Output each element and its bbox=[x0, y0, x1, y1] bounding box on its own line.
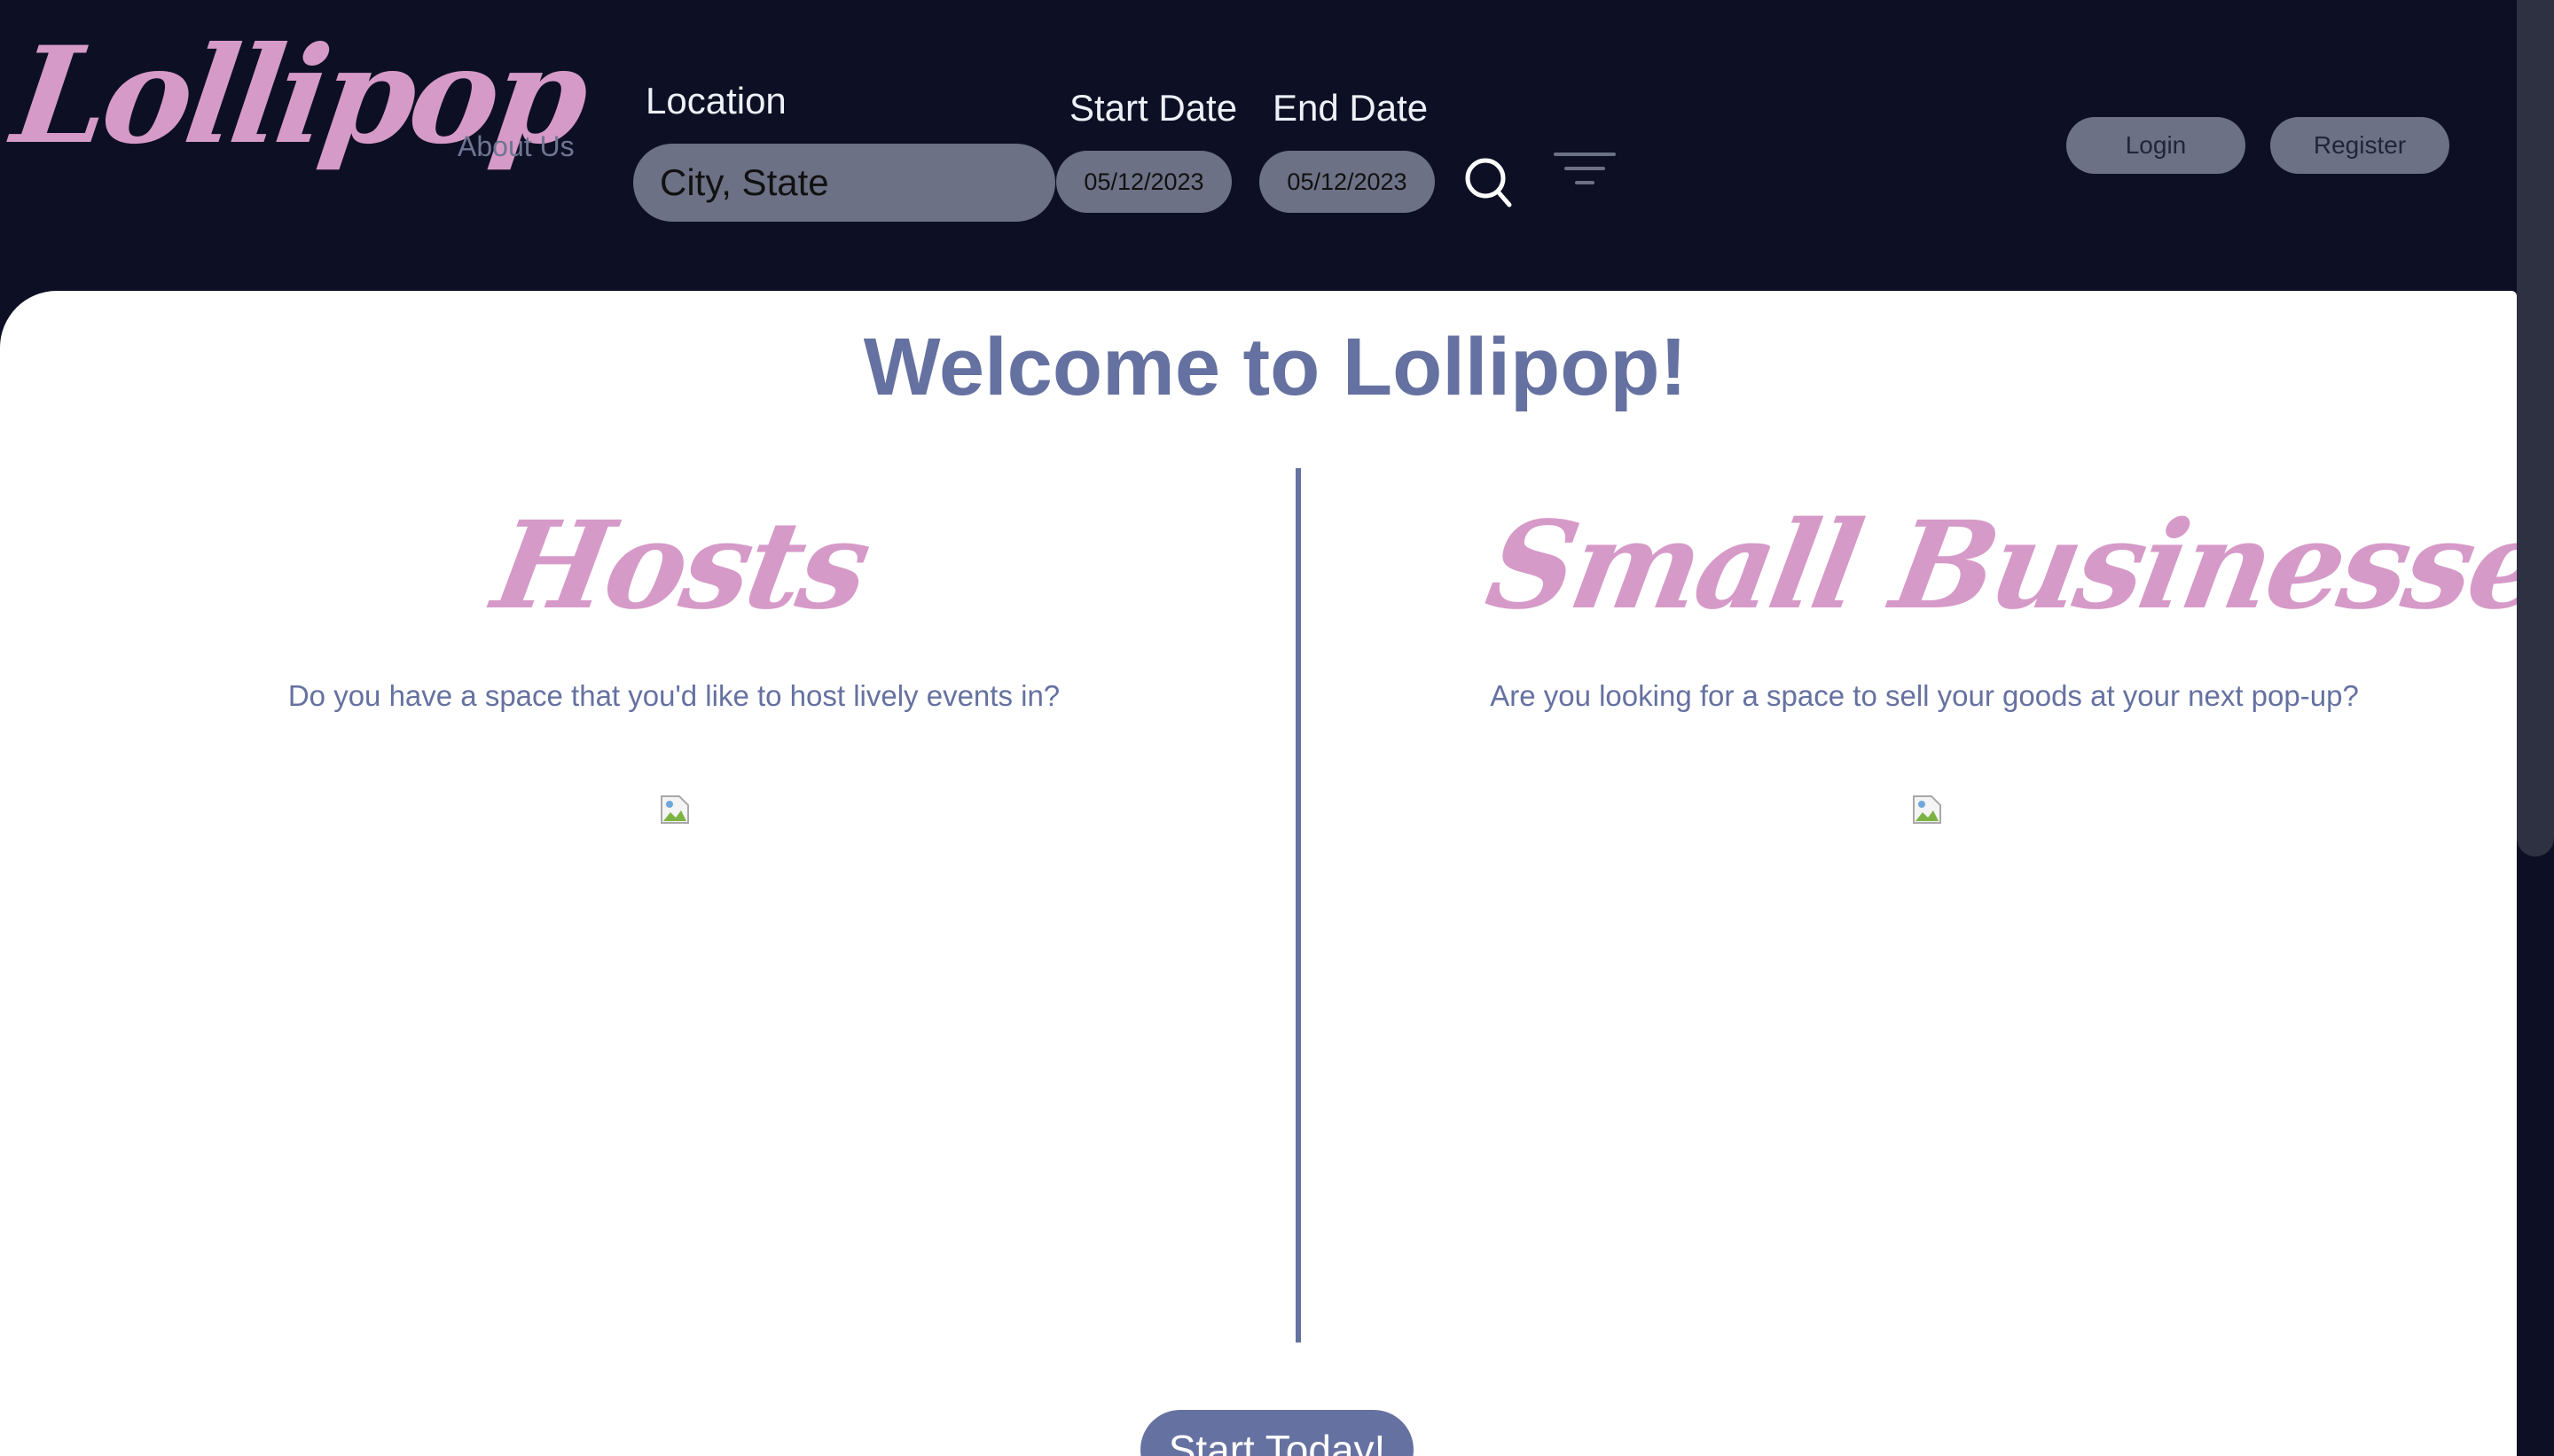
filter-icon[interactable] bbox=[1554, 151, 1616, 193]
hosts-description: Do you have a space that you'd like to h… bbox=[287, 679, 1061, 712]
start-date-label: Start Date bbox=[1069, 87, 1238, 129]
broken-image-icon bbox=[660, 795, 690, 825]
end-date-label: End Date bbox=[1273, 87, 1429, 129]
location-label: Location bbox=[646, 80, 787, 121]
page: Lollipop About Us Location Start Date En… bbox=[0, 0, 2554, 1456]
small-businesses-heading: Small Businesses bbox=[1477, 495, 2517, 637]
hosts-heading: Hosts bbox=[483, 495, 878, 637]
column-divider bbox=[1296, 468, 1301, 1342]
broken-image-icon bbox=[1912, 795, 1942, 825]
nav-about-us-link[interactable]: About Us bbox=[458, 124, 575, 168]
start-today-button[interactable]: Start Today! bbox=[1140, 1410, 1414, 1456]
page-title: Welcome to Lollipop! bbox=[863, 322, 1688, 412]
end-date-input[interactable]: 05/12/2023 bbox=[1259, 151, 1435, 213]
start-date-input[interactable]: 05/12/2023 bbox=[1056, 151, 1232, 213]
location-input[interactable] bbox=[633, 144, 1055, 222]
header: Lollipop About Us Location Start Date En… bbox=[0, 0, 2554, 293]
scrollbar-thumb[interactable] bbox=[2517, 0, 2554, 857]
login-button[interactable]: Login bbox=[2066, 117, 2245, 174]
main-content: Welcome to Lollipop! Hosts Do you have a… bbox=[0, 291, 2517, 1456]
small-businesses-description: Are you looking for a space to sell your… bbox=[1490, 679, 2359, 712]
register-button[interactable]: Register bbox=[2270, 117, 2449, 174]
search-icon[interactable] bbox=[1463, 156, 1513, 209]
